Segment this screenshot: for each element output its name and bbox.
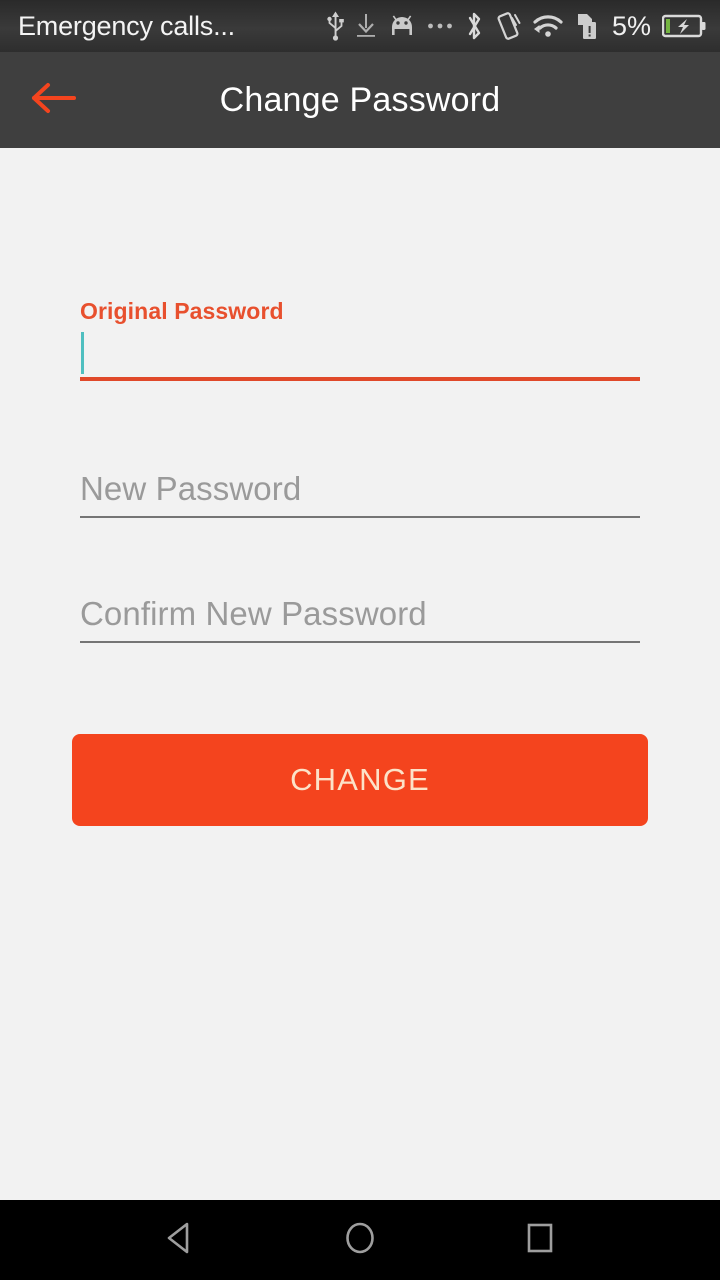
new-password-input-row[interactable]: New Password: [80, 460, 640, 518]
original-password-field[interactable]: Original Password: [80, 298, 640, 381]
nav-back-icon: [163, 1220, 197, 1261]
nav-back-button[interactable]: [140, 1200, 220, 1280]
nav-recents-icon: [523, 1221, 557, 1260]
wifi-icon: [532, 13, 564, 39]
more-dots-icon: [427, 22, 453, 30]
new-password-placeholder: New Password: [80, 470, 302, 507]
usb-icon: [327, 11, 344, 41]
confirm-password-field[interactable]: Confirm New Password: [80, 585, 640, 643]
nav-home-icon: [341, 1219, 379, 1262]
app-bar: Change Password: [0, 52, 720, 148]
android-nav-bar: [0, 1200, 720, 1280]
status-icon-group: 5%: [327, 11, 706, 42]
original-password-input[interactable]: [80, 329, 640, 375]
original-password-label: Original Password: [80, 298, 284, 324]
status-bar: Emergency calls... 5%: [0, 0, 720, 52]
nav-recents-button[interactable]: [500, 1200, 580, 1280]
download-icon: [355, 13, 377, 39]
arrow-left-icon: [28, 78, 78, 123]
original-password-underline: [80, 377, 640, 381]
confirm-password-input-row[interactable]: Confirm New Password: [80, 585, 640, 643]
new-password-underline: [80, 516, 640, 518]
battery-charging-icon: [662, 14, 706, 38]
battery-percent-label: 5%: [611, 10, 651, 41]
confirm-password-underline: [80, 641, 640, 643]
vibrate-icon: [495, 11, 521, 41]
back-button[interactable]: [22, 70, 84, 130]
form-container: Original Password New Password Confirm N…: [0, 148, 720, 1200]
original-password-input-row[interactable]: [80, 325, 640, 381]
bluetooth-icon: [464, 11, 484, 41]
change-password-button[interactable]: CHANGE: [72, 734, 648, 826]
phone-screen: Emergency calls... 5% Change Password Or…: [0, 0, 720, 1280]
new-password-field[interactable]: New Password: [80, 460, 640, 518]
nav-home-button[interactable]: [320, 1200, 400, 1280]
confirm-password-placeholder: Confirm New Password: [80, 595, 427, 632]
sim-alert-icon: [575, 12, 599, 40]
page-title: Change Password: [219, 80, 501, 119]
carrier-label: Emergency calls...: [18, 10, 235, 41]
android-debug-icon: [388, 14, 416, 38]
